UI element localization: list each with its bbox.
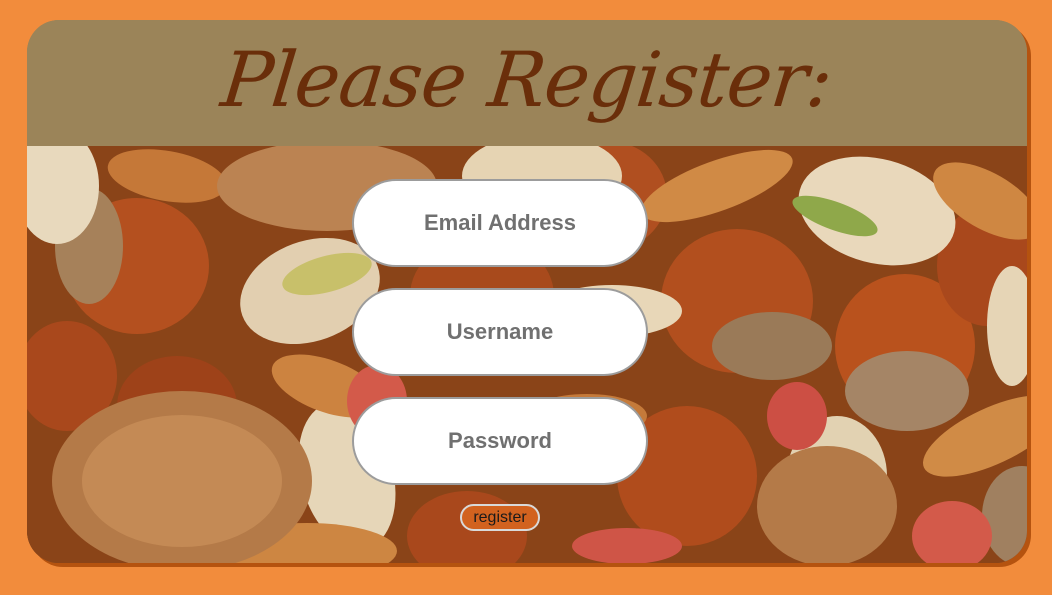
page-title: Please Register: <box>217 34 837 124</box>
register-button[interactable]: register <box>460 504 540 531</box>
header-banner: Please Register: <box>27 20 1027 146</box>
registration-form <box>352 179 648 506</box>
password-field[interactable] <box>352 397 648 485</box>
username-field[interactable] <box>352 288 648 376</box>
email-field[interactable] <box>352 179 648 267</box>
